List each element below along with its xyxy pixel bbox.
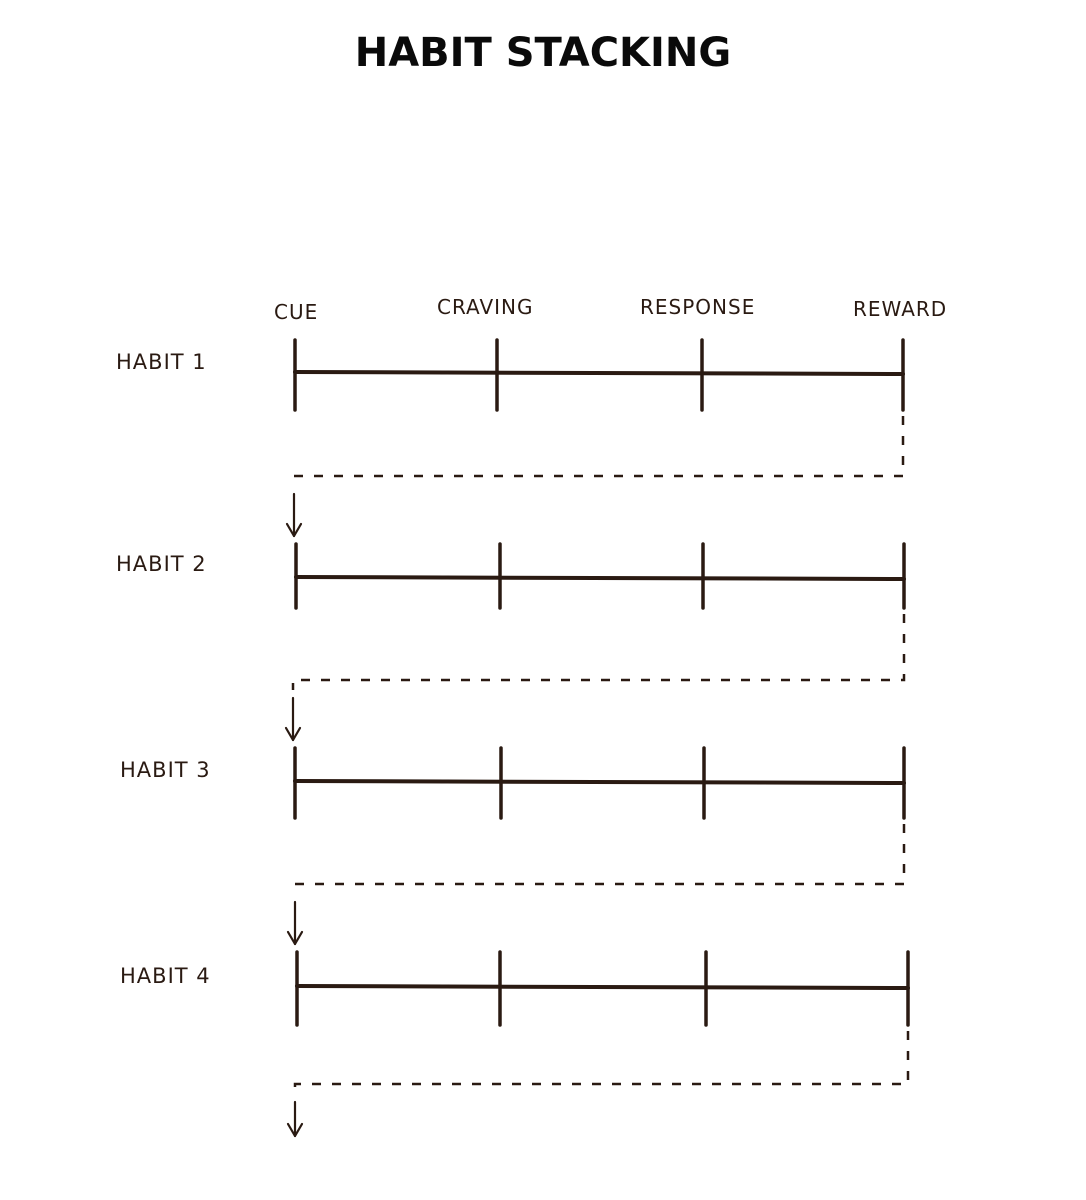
habit-labels: HABIT 1 HABIT 2 HABIT 3 HABIT 4 bbox=[116, 350, 211, 988]
stage-labels: CUE CRAVING RESPONSE REWARD bbox=[274, 295, 947, 324]
habit-label-2: HABIT 2 bbox=[116, 552, 207, 576]
connector-habit-2-to-next bbox=[284, 614, 906, 742]
stage-label-craving: CRAVING bbox=[437, 295, 534, 319]
habit-1-timeline bbox=[293, 338, 905, 412]
habit-4-timeline bbox=[295, 950, 910, 1027]
habit-3-timeline bbox=[293, 746, 906, 820]
habit-3-axis-line bbox=[293, 779, 906, 785]
stage-label-response: RESPONSE bbox=[640, 295, 755, 319]
habit-2-timeline bbox=[294, 542, 906, 610]
connector-habit-1-to-next bbox=[285, 416, 905, 538]
stage-label-reward: REWARD bbox=[853, 297, 947, 321]
habit-2-axis-line bbox=[294, 575, 906, 581]
connector-habit-3-to-next bbox=[286, 824, 906, 946]
stage-label-cue: CUE bbox=[274, 300, 318, 324]
habit-1-axis-line bbox=[293, 370, 905, 376]
habit-timelines bbox=[293, 338, 910, 1027]
dashed-connector-line bbox=[293, 1031, 910, 1094]
dashed-connector-line bbox=[291, 614, 906, 690]
connector-habit-4-to-next bbox=[286, 1031, 910, 1138]
dashed-connector-line bbox=[292, 416, 905, 486]
habit-label-4: HABIT 4 bbox=[120, 964, 211, 988]
habit-4-axis-line bbox=[295, 984, 910, 990]
habit-stacking-diagram: CUE CRAVING RESPONSE REWARD HABIT 1 HABI… bbox=[116, 295, 947, 1138]
habit-connectors bbox=[284, 416, 910, 1138]
dashed-connector-line bbox=[293, 824, 906, 894]
habit-label-1: HABIT 1 bbox=[116, 350, 207, 374]
habit-label-3: HABIT 3 bbox=[120, 758, 211, 782]
